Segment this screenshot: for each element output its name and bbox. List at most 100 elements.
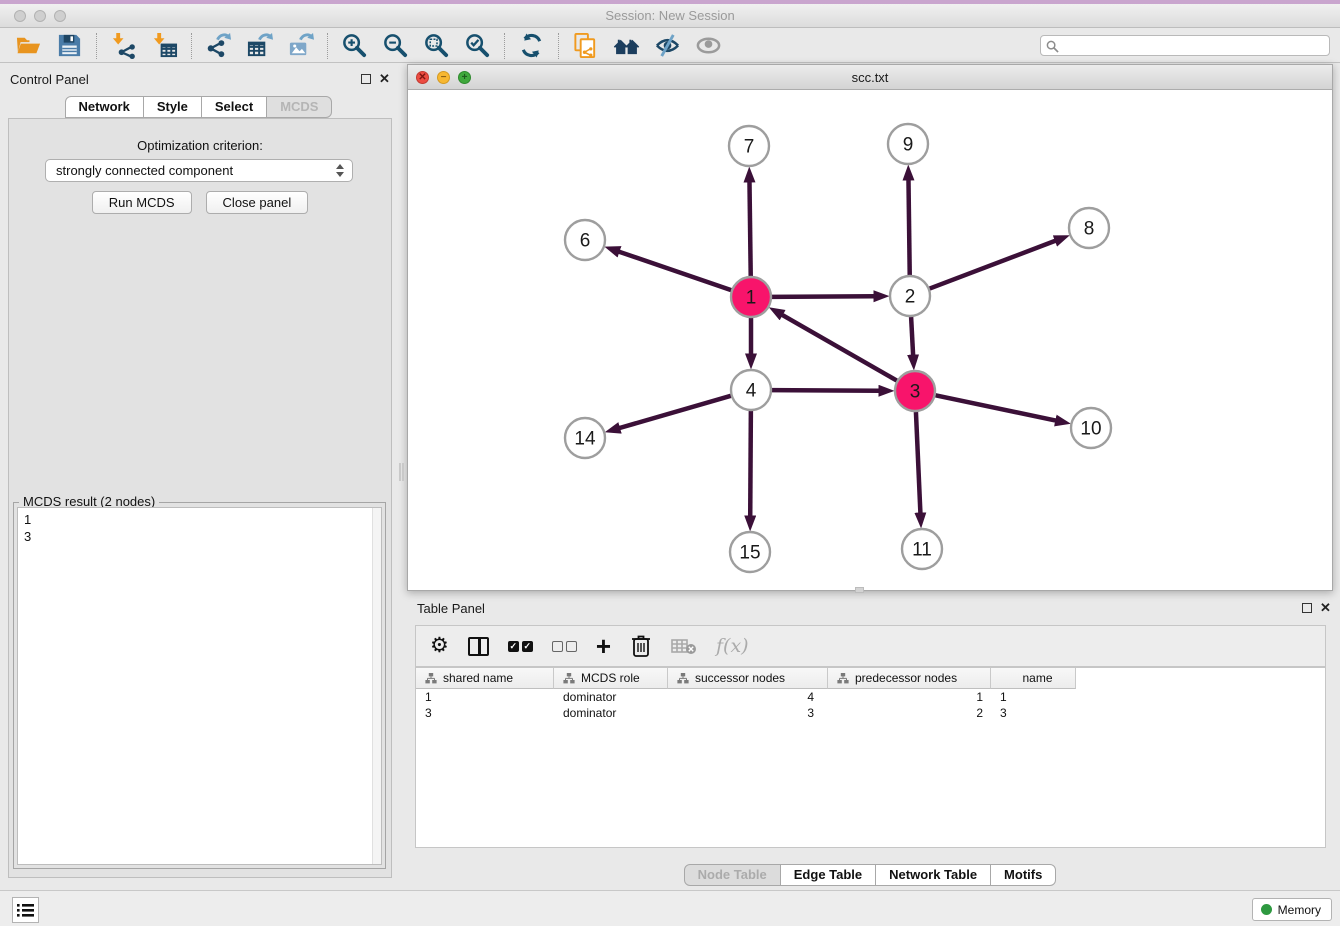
vertical-splitter-handle[interactable] xyxy=(399,463,404,481)
function-builder-icon[interactable]: f(x) xyxy=(716,635,749,657)
graph-edge-2-3[interactable] xyxy=(911,317,913,355)
zoom-out-icon[interactable] xyxy=(382,32,409,59)
float-panel-icon[interactable] xyxy=(1302,603,1312,613)
control-panel-title: Control Panel xyxy=(10,72,89,87)
network-window-titlebar: ✕ − + scc.txt xyxy=(408,65,1332,90)
table-row[interactable]: 3dominator323 xyxy=(416,705,1325,721)
graph-edge-3-11[interactable] xyxy=(916,412,920,513)
graph-edge-4-3[interactable] xyxy=(772,390,879,391)
graph-edge-2-9[interactable] xyxy=(908,180,909,275)
graph-edge-3-10[interactable] xyxy=(936,395,1056,420)
open-session-icon[interactable] xyxy=(15,32,42,59)
column-type-icon xyxy=(425,673,437,684)
toolbar-separator xyxy=(327,33,328,59)
window-title: Session: New Session xyxy=(0,8,1340,23)
tab-mcds[interactable]: MCDS xyxy=(266,96,332,118)
table-cell[interactable]: 4 xyxy=(668,689,828,705)
optimization-criterion-label: Optimization criterion: xyxy=(9,138,391,153)
zoom-fit-icon[interactable] xyxy=(423,32,450,59)
result-scrollbar[interactable] xyxy=(372,508,381,864)
graph-edge-3-1[interactable] xyxy=(782,315,897,381)
graph-node-label: 3 xyxy=(910,382,921,403)
toolbar-separator xyxy=(504,33,505,59)
table-panel-tabs: Node Table Edge Table Network Table Moti… xyxy=(407,864,1334,886)
column-header-name[interactable]: name xyxy=(991,668,1076,689)
search-field[interactable] xyxy=(1040,35,1330,56)
mcds-result-groupbox: MCDS result (2 nodes) 13 xyxy=(13,502,386,869)
toolbar-separator xyxy=(191,33,192,59)
window-titlebar: Session: New Session xyxy=(0,4,1340,28)
import-network-icon[interactable] xyxy=(110,32,137,59)
add-column-plus-icon[interactable]: + xyxy=(596,636,611,656)
graph-node-label: 2 xyxy=(905,287,916,308)
split-columns-icon[interactable] xyxy=(468,637,489,656)
mcds-result-textarea[interactable]: 13 xyxy=(17,507,382,865)
graph-edge-4-15[interactable] xyxy=(750,411,751,516)
delete-table-icon[interactable] xyxy=(671,637,697,655)
graph-edge-4-14[interactable] xyxy=(620,396,731,428)
table-cell[interactable]: 1 xyxy=(828,689,991,705)
table-cell[interactable]: 1 xyxy=(991,689,1076,705)
column-header-shared-name[interactable]: shared name xyxy=(416,668,554,689)
float-panel-icon[interactable] xyxy=(361,74,371,84)
table-cell[interactable]: dominator xyxy=(554,689,668,705)
graph-edge-1-2[interactable] xyxy=(772,296,874,297)
tab-motifs[interactable]: Motifs xyxy=(990,864,1056,886)
graph-edge-1-6[interactable] xyxy=(619,252,731,290)
graph-edge-2-8[interactable] xyxy=(930,241,1056,289)
export-image-icon[interactable] xyxy=(287,32,314,59)
tab-style[interactable]: Style xyxy=(143,96,202,118)
tab-node-table[interactable]: Node Table xyxy=(684,864,781,886)
refresh-layout-icon[interactable] xyxy=(518,32,545,59)
close-panel-icon[interactable]: ✕ xyxy=(1320,600,1331,616)
table-settings-gear-icon[interactable]: ⚙ xyxy=(430,635,449,657)
table-cell[interactable]: 3 xyxy=(991,705,1076,721)
clone-network-icon[interactable] xyxy=(572,32,599,59)
memory-status-dot-icon xyxy=(1261,904,1272,915)
dropdown-spinner-icon xyxy=(336,164,344,177)
export-table-icon[interactable] xyxy=(246,32,273,59)
column-header-successor-nodes[interactable]: successor nodes xyxy=(668,668,828,689)
network-canvas[interactable]: 1234678910111415 xyxy=(408,90,1332,590)
deselect-all-checkboxes-icon[interactable] xyxy=(552,641,577,652)
list-icon xyxy=(17,903,34,918)
import-table-icon[interactable] xyxy=(151,32,178,59)
graph-node-label: 14 xyxy=(574,429,596,450)
zoom-selected-icon[interactable] xyxy=(464,32,491,59)
network-view-window: ✕ − + scc.txt 1234678910111415 xyxy=(407,64,1333,591)
column-header-predecessor-nodes[interactable]: predecessor nodes xyxy=(828,668,991,689)
hide-selected-eye-slash-icon[interactable] xyxy=(654,32,681,59)
table-cell[interactable]: 2 xyxy=(828,705,991,721)
memory-button[interactable]: Memory xyxy=(1252,898,1332,921)
show-all-eye-icon[interactable] xyxy=(695,32,722,59)
table-cell[interactable]: 3 xyxy=(668,705,828,721)
close-panel-icon[interactable]: ✕ xyxy=(379,71,390,87)
network-window-title: scc.txt xyxy=(408,70,1332,85)
table-cell[interactable]: 1 xyxy=(416,689,554,705)
task-history-button[interactable] xyxy=(12,897,39,923)
graph-node-label: 10 xyxy=(1080,419,1101,440)
tab-select[interactable]: Select xyxy=(201,96,267,118)
search-input[interactable] xyxy=(1063,37,1323,54)
table-toolbar: ⚙ ✓✓ + f(x) xyxy=(415,625,1326,667)
close-panel-button[interactable]: Close panel xyxy=(206,191,309,214)
column-type-icon xyxy=(677,673,689,684)
home-view-icon[interactable] xyxy=(613,32,640,59)
delete-column-trash-icon[interactable] xyxy=(630,634,652,658)
graph-node-label: 8 xyxy=(1084,219,1095,240)
table-row[interactable]: 1dominator411 xyxy=(416,689,1325,705)
criterion-dropdown[interactable]: strongly connected component xyxy=(45,159,353,182)
tab-edge-table[interactable]: Edge Table xyxy=(780,864,876,886)
table-cell[interactable]: dominator xyxy=(554,705,668,721)
run-mcds-button[interactable]: Run MCDS xyxy=(92,191,192,214)
save-session-icon[interactable] xyxy=(56,32,83,59)
graph-node-label: 7 xyxy=(744,137,755,158)
select-all-checkboxes-icon[interactable]: ✓✓ xyxy=(508,641,533,652)
export-network-icon[interactable] xyxy=(205,32,232,59)
zoom-in-icon[interactable] xyxy=(341,32,368,59)
graph-edge-1-7[interactable] xyxy=(749,182,750,276)
table-cell[interactable]: 3 xyxy=(416,705,554,721)
column-header-mcds-role[interactable]: MCDS role xyxy=(554,668,668,689)
tab-network[interactable]: Network xyxy=(65,96,144,118)
tab-network-table[interactable]: Network Table xyxy=(875,864,991,886)
